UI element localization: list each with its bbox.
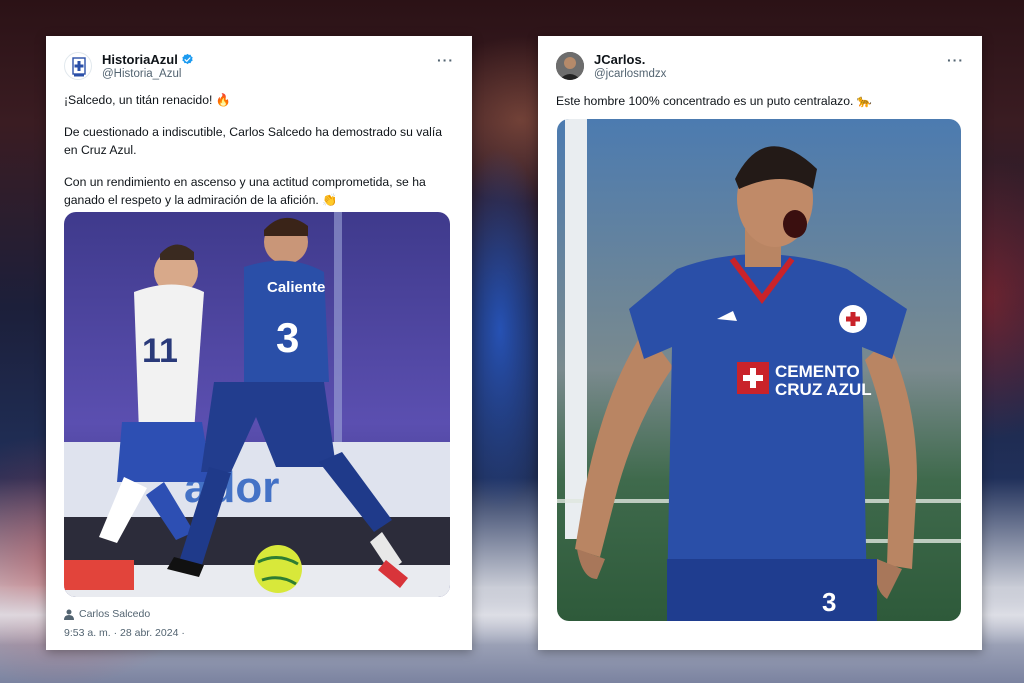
tagged-user-name: Carlos Salcedo: [79, 608, 151, 620]
verified-badge-icon: [182, 53, 193, 65]
tweet-line: Con un rendimiento en ascenso y una acti…: [64, 175, 426, 207]
shorts-number: 3: [822, 587, 836, 617]
tweet-photo[interactable]: ador 11 Caliente 3: [64, 212, 450, 597]
club-crest-icon: [72, 57, 86, 77]
player-celebration-photo: CEMENTO CRUZ AZUL 3: [557, 119, 961, 621]
tweet-header: JCarlos. @jcarlosmdzx ···: [556, 50, 964, 84]
tweet-text: ¡Salcedo, un titán renacido! 🔥 De cuesti…: [64, 91, 456, 223]
user-handle[interactable]: @jcarlosmdzx: [594, 68, 666, 80]
more-options-icon[interactable]: ···: [947, 52, 964, 68]
more-options-icon[interactable]: ···: [437, 52, 454, 68]
tweet-header: HistoriaAzul @Historia_Azul ···: [64, 50, 454, 84]
person-icon: [64, 609, 74, 620]
opponent-shirt-number: 11: [142, 332, 178, 370]
user-handle[interactable]: @Historia_Azul: [102, 68, 181, 80]
tweet-line: De cuestionado a indiscutible, Carlos Sa…: [64, 125, 443, 157]
player-shirt-number: 3: [276, 314, 299, 361]
avatar[interactable]: [64, 52, 92, 80]
tweet-line: Este hombre 100% concentrado es un puto …: [556, 94, 872, 108]
tweet-card-historiaazul[interactable]: HistoriaAzul @Historia_Azul ··· ¡Salcedo…: [46, 36, 472, 650]
display-name[interactable]: JCarlos.: [594, 52, 645, 67]
tweet-card-jcarlos[interactable]: JCarlos. @jcarlosmdzx ··· Este hombre 10…: [538, 36, 982, 650]
user-photo-icon: [556, 52, 584, 80]
display-name[interactable]: HistoriaAzul: [102, 52, 178, 67]
shirt-sponsor-text: Caliente: [267, 279, 325, 296]
tagged-user[interactable]: Carlos Salcedo: [64, 608, 150, 620]
tweet-photo[interactable]: CEMENTO CRUZ AZUL 3: [557, 119, 961, 621]
display-name-row: JCarlos.: [594, 52, 645, 67]
soccer-action-photo: ador 11 Caliente 3: [64, 212, 450, 597]
avatar[interactable]: [556, 52, 584, 80]
tweet-timestamp[interactable]: 9:53 a. m. · 28 abr. 2024 ·: [64, 627, 185, 639]
tweet-line: ¡Salcedo, un titán renacido! 🔥: [64, 93, 231, 107]
sponsor-line-2: CRUZ AZUL: [775, 380, 872, 399]
display-name-row: HistoriaAzul: [102, 52, 194, 67]
sponsor-line-1: CEMENTO: [775, 362, 860, 381]
